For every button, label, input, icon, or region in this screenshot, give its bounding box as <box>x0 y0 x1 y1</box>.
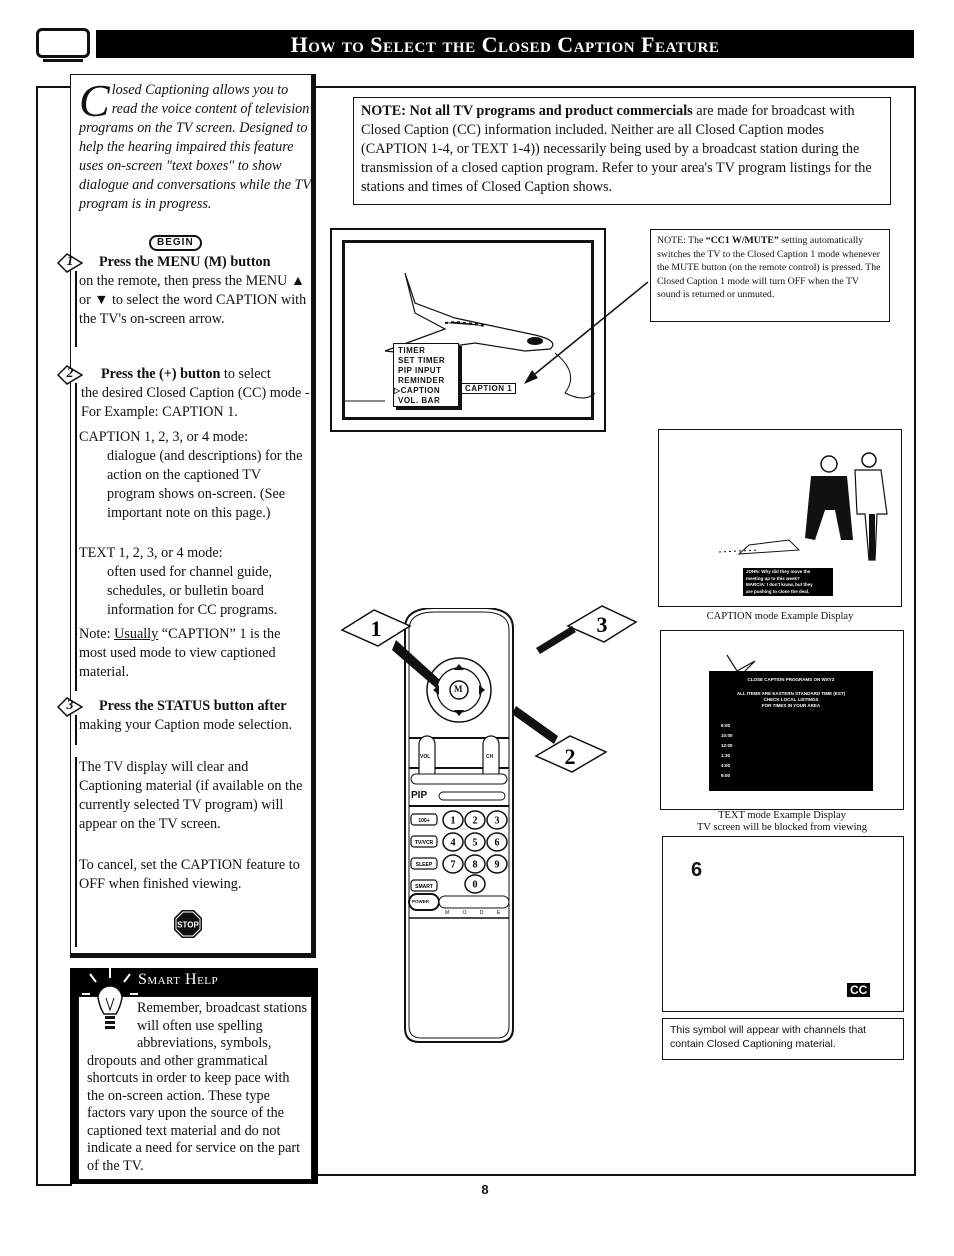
intro-paragraph: Closed Captioning allows you to read the… <box>79 75 311 214</box>
side-button-label: SLEEP <box>416 862 433 868</box>
digit-label: 5 <box>473 838 478 849</box>
step-2-heading-bold: Press the (+) button <box>101 366 221 382</box>
digit-label: 2 <box>473 816 478 827</box>
hand-callouts: 1 3 2 <box>340 605 638 773</box>
side-button-label: TV/VCR <box>415 840 434 846</box>
frame-bottom-line <box>316 1174 916 1176</box>
caption-mode-desc: dialogue (and descriptions) for the acti… <box>107 448 303 521</box>
caption-example-label: CAPTION mode Example Display <box>706 611 854 622</box>
step-3-para2: The TV display will clear and Captioning… <box>79 759 303 832</box>
osd-menu-item: SET TIMER <box>398 356 446 365</box>
smart-help-title: Smart Help <box>138 971 219 988</box>
osd-menu-item: VOL. BAR <box>398 396 441 405</box>
header-bar: How to Select the Closed Caption Feature <box>96 30 914 58</box>
digit-label: 9 <box>495 860 500 871</box>
power-button-label[interactable]: POWER <box>412 899 429 904</box>
cc-symbol-display: 6 CC <box>662 836 904 1012</box>
cc1-mute-note: NOTE: The “CC1 W/MUTE” setting automatic… <box>650 229 890 322</box>
text-example-sublabel: TV screen will be blocked from viewing <box>696 822 868 833</box>
callout-2: 2 <box>512 706 608 773</box>
svg-text:3: 3 <box>597 612 608 637</box>
step-3-bar <box>75 715 77 745</box>
step-3-marker: 3 <box>56 697 84 717</box>
step-2-heading-suffix: to select <box>220 366 271 382</box>
svg-text:STOP: STOP <box>177 921 199 930</box>
text-mode-block: TEXT 1, 2, 3, or 4 mode: often used for … <box>79 544 311 620</box>
text-example-display: CLOSE CAPTION PROGRAMS ON WXYZ ALL ITEMS… <box>660 630 904 810</box>
side-button-label: SMART <box>415 884 433 890</box>
osd-menu-item: PIP INPUT <box>398 366 442 375</box>
caption-mode-title: CAPTION 1, 2, 3, or 4 mode: <box>79 429 249 445</box>
smart-help-box: Smart Help Remember, broadcast stations … <box>70 968 318 1184</box>
lightbulb-icon <box>82 968 138 1029</box>
stop-sign-icon: STOP <box>174 910 202 938</box>
text-mode-title: TEXT 1, 2, 3, or 4 mode: <box>79 545 223 561</box>
frame-top-left-line <box>36 86 72 88</box>
text-example-label: TEXT mode Example Display <box>718 810 846 821</box>
svg-text:2: 2 <box>565 744 576 769</box>
digit-label: 6 <box>495 838 500 849</box>
step-3-bar-2 <box>75 757 77 947</box>
frame-right-line <box>914 86 916 1176</box>
broadcast-note: NOTE: Not all TV programs and product co… <box>353 97 891 205</box>
step-2-marker: 2 <box>56 365 84 385</box>
instructions-panel: Closed Captioning allows you to read the… <box>56 74 316 958</box>
airplane-tail-icon <box>726 654 756 672</box>
frame-bottom-left-line <box>36 1184 72 1186</box>
callout-1: 1 <box>340 609 440 688</box>
step-3-para3: To cancel, set the CAPTION feature to OF… <box>79 857 300 892</box>
digit-label: 3 <box>495 816 500 827</box>
step-1-body: on the remote, then press the MENU ▲ or … <box>79 273 307 327</box>
osd-caption-value: CAPTION 1 <box>461 383 517 394</box>
frame-left-line <box>36 86 38 1186</box>
step-2-body: the desired Closed Caption (CC) mode - F… <box>81 385 310 420</box>
step-3-heading: Press the STATUS button after <box>99 698 287 714</box>
osd-menu-item-selected: ▷CAPTION <box>394 386 441 395</box>
caption-text-box: JOHN: Why did they move the meeting up t… <box>743 568 833 596</box>
text-mode-screen: CLOSE CAPTION PROGRAMS ON WXYZ ALL ITEMS… <box>709 671 873 791</box>
mode-label: M O D E <box>445 910 507 916</box>
osd-menu-item: TIMER <box>398 346 426 355</box>
caption-example-display: JOHN: Why did they move the meeting up t… <box>658 429 902 607</box>
digit-label: 8 <box>473 860 478 871</box>
step-1-heading: Press the MENU (M) button <box>99 254 271 270</box>
osd-menu-item: REMINDER <box>398 376 445 385</box>
caption-mode-block: CAPTION 1, 2, 3, or 4 mode: dialogue (an… <box>79 428 311 523</box>
step-1-marker: 1 <box>56 253 84 273</box>
step-3-body: making your Caption mode selection. <box>79 717 293 733</box>
digit-label: 0 <box>473 880 478 891</box>
digit-label: 1 <box>451 816 456 827</box>
side-button-label: 100+ <box>418 818 429 824</box>
tv-icon <box>36 28 90 62</box>
people-walking-illustration <box>719 452 888 561</box>
channel-number: 6 <box>691 859 703 881</box>
cc-badge: CC <box>847 983 871 997</box>
usage-note: Note: Usually “CAPTION” 1 is the most us… <box>79 626 281 680</box>
page-number: 8 <box>481 1182 489 1197</box>
svg-text:1: 1 <box>371 616 382 641</box>
frame-top-line <box>316 86 916 88</box>
cc-symbol-note: This symbol will appear with channels th… <box>662 1018 904 1060</box>
program-times: 6:00 10:00 12:00 1:30 4:00 9:00 <box>721 723 733 778</box>
osd-menu: TIMER SET TIMER PIP INPUT REMINDER ▷CAPT… <box>393 343 459 407</box>
text-mode-desc: often used for channel guide, schedules,… <box>107 564 278 618</box>
intro-text: losed Captioning allows you to read the … <box>79 82 311 212</box>
dropcap: C <box>79 75 110 126</box>
begin-badge: BEGIN <box>149 235 202 251</box>
step-1-bar <box>75 271 77 347</box>
digit-label: 4 <box>451 838 456 849</box>
digit-label: 7 <box>451 860 456 871</box>
callout-3: 3 <box>536 605 638 654</box>
pointer-arrow-icon <box>524 281 649 384</box>
step-2-heading: Press the (+) button to select <box>101 365 271 384</box>
pip-label: PIP <box>411 790 428 801</box>
step-2-bar <box>75 383 77 691</box>
page-title: How to Select the Closed Caption Feature <box>290 32 720 57</box>
